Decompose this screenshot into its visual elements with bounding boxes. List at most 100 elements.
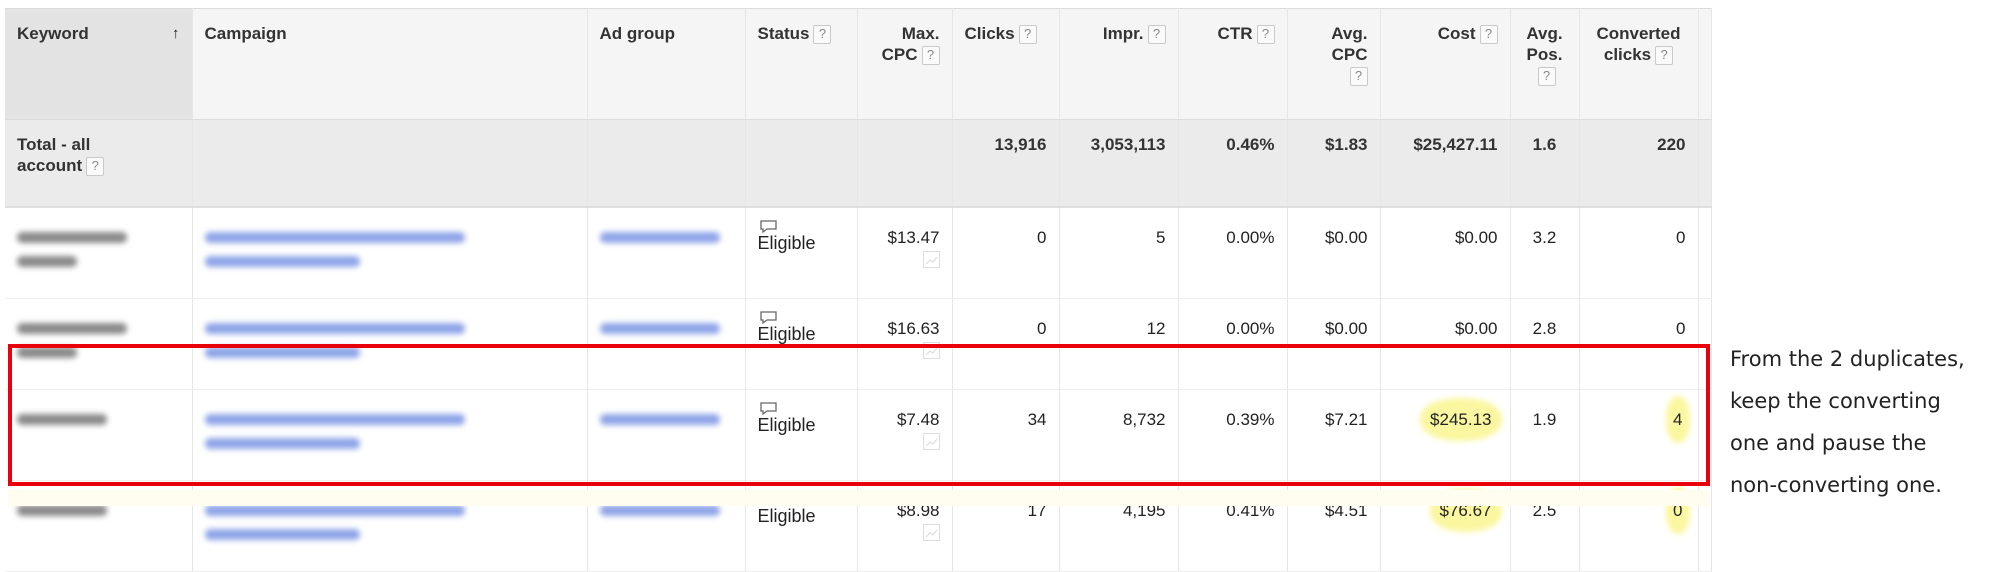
max-cpc-value: $16.63 (887, 319, 940, 338)
duplicate-highlight-box (8, 344, 1710, 486)
redacted-text (17, 232, 127, 243)
help-icon[interactable]: ? (1256, 25, 1275, 45)
impr-cell: 5 (1059, 207, 1179, 299)
extra-cell (1698, 207, 1712, 299)
campaign-link[interactable] (204, 232, 465, 243)
column-header-extra (1698, 8, 1712, 120)
column-label: Campaign (204, 24, 287, 43)
column-header-avg-pos[interactable]: Avg. Pos.? (1510, 8, 1580, 120)
total-clicks: 13,916 (952, 119, 1060, 208)
converted-clicks-value: 0 (1676, 319, 1686, 338)
column-header-cost[interactable]: Cost? (1380, 8, 1511, 120)
avg-cpc-cell: $0.00 (1287, 207, 1381, 299)
total-ctr: 0.46% (1178, 119, 1288, 208)
total-row: Total - all account? 13,916 3,053,113 0.4… (5, 119, 1712, 208)
column-label: Status (757, 24, 810, 43)
max-cpc-value: $13.47 (887, 228, 940, 247)
table-row: Eligible $13.47 0 5 0.00% $0.00 $0.00 3.2 0 (5, 207, 1712, 299)
column-label: CPC (881, 45, 918, 64)
keywords-table: Keyword ↑ Campaign Ad group Status? Max.… (5, 8, 1712, 572)
campaign-link[interactable] (204, 505, 465, 516)
column-label: Cost (1437, 24, 1476, 43)
ctr-cell: 0.00% (1178, 207, 1288, 299)
annotation-line: keep the converting (1730, 389, 1941, 413)
trend-chart-icon[interactable] (922, 524, 940, 541)
column-label: Impr. (1102, 24, 1144, 43)
column-label: CPC (1331, 45, 1368, 64)
total-impr: 3,053,113 (1059, 119, 1179, 208)
column-header-converted-clicks[interactable]: Converted clicks? (1579, 8, 1699, 120)
status-text: Eligible (757, 324, 816, 344)
help-icon[interactable]: ? (1147, 25, 1166, 45)
column-header-keyword[interactable]: Keyword ↑ (5, 8, 193, 120)
total-status (745, 119, 858, 208)
converted-clicks-cell: 0 (1579, 207, 1699, 299)
speech-bubble-icon[interactable] (759, 220, 777, 234)
campaign-cell[interactable] (192, 207, 588, 299)
column-label: clicks (1603, 45, 1652, 64)
total-campaign (192, 119, 588, 208)
campaign-link[interactable] (204, 256, 360, 267)
sort-ascending-icon[interactable]: ↑ (172, 23, 180, 44)
help-icon[interactable]: ? (813, 25, 832, 45)
column-header-avg-cpc[interactable]: Avg. CPC? (1287, 8, 1381, 120)
campaign-link[interactable] (204, 323, 465, 334)
ad-group-link[interactable] (599, 323, 720, 334)
ad-group-link[interactable] (599, 232, 720, 243)
column-label: Pos. (1526, 45, 1563, 64)
total-converted-clicks: 220 (1579, 119, 1699, 208)
total-ad-group (587, 119, 746, 208)
column-header-campaign[interactable]: Campaign (192, 8, 588, 120)
next-row-partial (8, 490, 1710, 506)
column-label: Ad group (599, 24, 676, 43)
cost-cell: $0.00 (1380, 207, 1511, 299)
annotation-note: From the 2 duplicates, keep the converti… (1730, 338, 2000, 506)
speech-bubble-icon[interactable] (759, 311, 777, 325)
help-icon[interactable]: ? (1479, 25, 1498, 45)
help-icon[interactable]: ? (1655, 46, 1674, 66)
clicks-cell: 0 (952, 207, 1060, 299)
total-label: Total - all account? (5, 119, 193, 208)
column-label: Keyword (17, 24, 89, 43)
column-header-status[interactable]: Status? (745, 8, 858, 120)
trend-chart-icon[interactable] (922, 251, 940, 268)
column-header-ctr[interactable]: CTR? (1178, 8, 1288, 120)
campaign-link[interactable] (204, 529, 360, 540)
redacted-text (17, 323, 127, 334)
annotation-line: From the 2 duplicates, (1730, 347, 1965, 371)
converted-clicks-value: 0 (1676, 228, 1686, 247)
total-extra (1698, 119, 1712, 208)
cost-value: $0.00 (1454, 228, 1498, 247)
status-cell: Eligible (745, 207, 858, 299)
total-avg-pos: 1.6 (1510, 119, 1580, 208)
help-icon[interactable]: ? (86, 157, 105, 177)
max-cpc-cell[interactable]: $13.47 (857, 207, 953, 299)
help-icon[interactable]: ? (1018, 25, 1037, 45)
ad-group-link[interactable] (599, 505, 720, 516)
column-label: CTR (1217, 24, 1253, 43)
status-text: Eligible (757, 233, 816, 253)
help-icon[interactable]: ? (921, 46, 940, 66)
column-label: Avg. (1526, 24, 1563, 43)
ad-group-cell[interactable] (587, 207, 746, 299)
column-header-max-cpc[interactable]: Max. CPC? (857, 8, 953, 120)
column-header-clicks[interactable]: Clicks? (952, 8, 1060, 120)
table-header-row: Keyword ↑ Campaign Ad group Status? Max.… (5, 8, 1712, 120)
cost-value: $0.00 (1454, 319, 1498, 338)
help-icon[interactable]: ? (1349, 67, 1368, 87)
annotation-line: non-converting one. (1730, 473, 1942, 497)
redacted-text (17, 505, 107, 516)
annotation-line: one and pause the (1730, 431, 1927, 455)
column-header-ad-group[interactable]: Ad group (587, 8, 746, 120)
column-header-impr[interactable]: Impr.? (1059, 8, 1179, 120)
status-text: Eligible (757, 506, 816, 526)
column-label: Converted (1596, 24, 1681, 43)
column-label: Max. (901, 24, 940, 43)
help-icon[interactable]: ? (1537, 67, 1556, 87)
total-cost: $25,427.11 (1380, 119, 1511, 208)
column-label: Avg. (1331, 24, 1368, 43)
total-max-cpc (857, 119, 953, 208)
column-label: Clicks (964, 24, 1015, 43)
redacted-text (17, 256, 77, 267)
keyword-cell[interactable] (5, 207, 193, 299)
